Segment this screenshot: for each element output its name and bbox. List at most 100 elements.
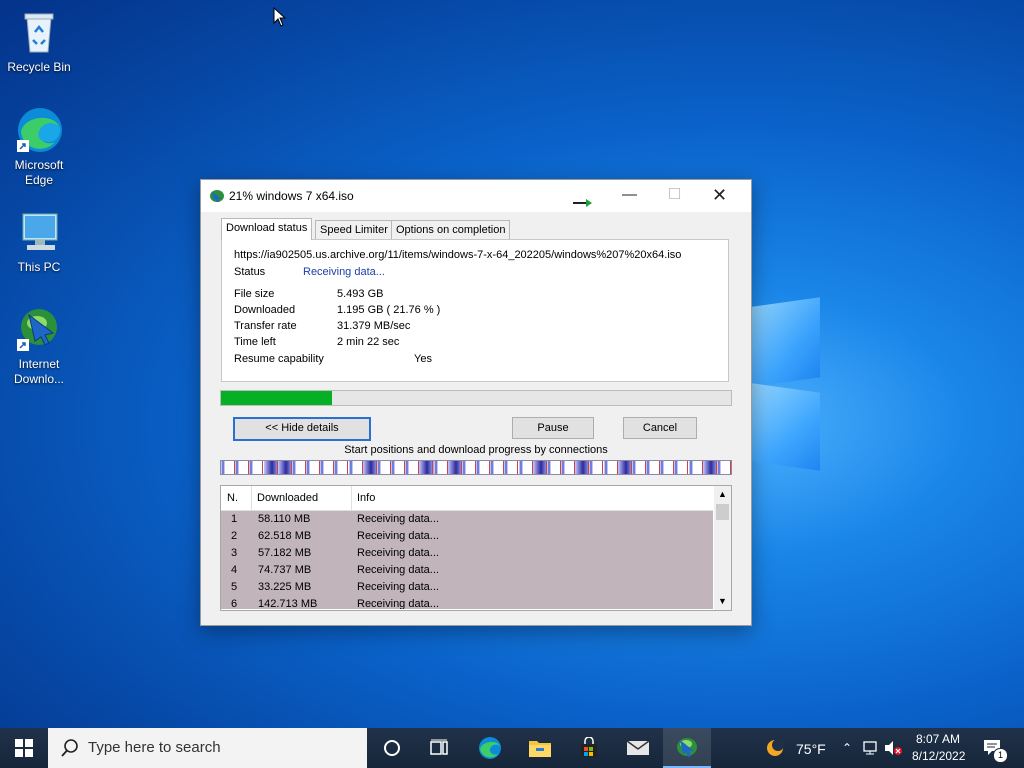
- connection-segment: [249, 461, 253, 474]
- download-progress-bar: [220, 390, 732, 406]
- connection-number: 4: [231, 564, 238, 576]
- recycle-bin-icon: [15, 8, 63, 56]
- idm-icon: [677, 738, 697, 757]
- cortana-button[interactable]: [369, 728, 415, 768]
- connection-segment: [632, 461, 636, 474]
- connection-divider: [730, 461, 731, 474]
- cancel-button[interactable]: Cancel: [623, 417, 697, 439]
- connection-segment: [462, 461, 466, 474]
- scrollbar-thumb[interactable]: [716, 504, 729, 520]
- connection-number: 2: [231, 530, 238, 542]
- connection-info: Receiving data...: [357, 581, 439, 593]
- connection-segment: [320, 461, 324, 474]
- taskbar-idm[interactable]: [663, 728, 711, 768]
- connection-segment: [519, 461, 523, 474]
- show-hidden-icons-chevron-up-icon[interactable]: ⌃: [838, 728, 856, 768]
- search-box[interactable]: Type here to search: [48, 728, 367, 768]
- weather-sun-icon: [767, 739, 784, 756]
- desktop-icon-this-pc[interactable]: This PC: [1, 208, 77, 275]
- taskbar-file-explorer[interactable]: [516, 728, 564, 768]
- arrow-icon: [573, 194, 593, 207]
- list-item[interactable]: 3 57.182 MB Receiving data...: [221, 545, 713, 562]
- connection-downloaded: 33.225 MB: [258, 581, 312, 593]
- idm-icon: [209, 189, 225, 203]
- clock-date[interactable]: 8/12/2022: [912, 749, 965, 763]
- downloaded-label: Downloaded: [234, 304, 296, 316]
- desktop-icon-label: Microsoft Edge: [14, 158, 64, 187]
- edge-icon: [479, 737, 501, 759]
- desktop-icon-label: Recycle Bin: [7, 60, 71, 74]
- desktop-icon-label: Internet Downlo...: [13, 357, 65, 386]
- connection-segment: [235, 461, 239, 474]
- folder-icon: [529, 741, 551, 757]
- file-size-label: File size: [234, 288, 275, 300]
- tab-options-on-completion[interactable]: Options on completion: [391, 220, 511, 240]
- download-status-panel: https://ia902505.us.archive.org/11/items…: [221, 239, 729, 382]
- list-item[interactable]: 4 74.737 MB Receiving data...: [221, 562, 713, 579]
- connection-number: 6: [231, 598, 238, 609]
- desktop-icon-idm[interactable]: Internet Downlo...: [1, 305, 77, 387]
- taskbar-store[interactable]: [565, 728, 613, 768]
- title-bar[interactable]: 21% windows 7 x64.iso — ☐ ✕: [201, 180, 751, 212]
- connections-rows: 1 58.110 MB Receiving data... 2 62.518 MB Rec…: [221, 511, 713, 609]
- downloaded-value: 1.195 GB ( 21.76 % ): [337, 304, 441, 316]
- connection-segment: [689, 461, 693, 474]
- start-button[interactable]: [0, 728, 48, 768]
- list-item[interactable]: 2 62.518 MB Receiving data...: [221, 528, 713, 545]
- clock-time[interactable]: 8:07 AM: [916, 732, 960, 746]
- list-scrollbar[interactable]: ▲ ▼: [714, 486, 731, 610]
- connection-number: 3: [231, 547, 238, 559]
- column-header-n[interactable]: N.: [221, 486, 252, 510]
- desktop-icon-recycle-bin[interactable]: Recycle Bin: [1, 8, 77, 75]
- connection-segment: [646, 461, 650, 474]
- list-item[interactable]: 6 142.713 MB Receiving data...: [221, 596, 713, 609]
- list-item[interactable]: 5 33.225 MB Receiving data...: [221, 579, 713, 596]
- computer-icon: [15, 208, 63, 256]
- time-left-label: Time left: [234, 336, 276, 348]
- weather-temperature[interactable]: 75°F: [796, 741, 826, 757]
- scroll-down-icon[interactable]: ▼: [714, 593, 731, 610]
- idm-icon: [15, 305, 63, 353]
- connection-info: Receiving data...: [357, 513, 439, 525]
- tab-download-status[interactable]: Download status: [221, 218, 313, 240]
- column-header-info[interactable]: Info: [351, 486, 707, 510]
- connection-downloaded: 57.182 MB: [258, 547, 312, 559]
- connection-divider: [347, 461, 348, 474]
- connection-segment: [660, 461, 664, 474]
- connection-downloaded: 142.713 MB: [258, 598, 318, 609]
- desktop-icon-edge[interactable]: Microsoft Edge: [1, 106, 77, 188]
- task-view-icon: [430, 739, 448, 755]
- task-view-button[interactable]: [416, 728, 462, 768]
- column-header-downloaded[interactable]: Downloaded: [251, 486, 352, 510]
- notification-center[interactable]: 1: [978, 728, 1008, 768]
- connections-list[interactable]: N. Downloaded Info 1 58.110 MB Receiving d…: [220, 485, 732, 611]
- connection-segment: [334, 461, 338, 474]
- connection-divider: [432, 461, 433, 474]
- connection-segment: [589, 461, 593, 474]
- connection-info: Receiving data...: [357, 598, 439, 609]
- connection-divider: [262, 461, 263, 474]
- scroll-up-icon[interactable]: ▲: [714, 486, 731, 503]
- connection-segment: [504, 461, 508, 474]
- search-placeholder: Type here to search: [88, 739, 221, 756]
- tab-speed-limiter[interactable]: Speed Limiter: [315, 220, 393, 240]
- weather-widget[interactable]: [760, 728, 790, 768]
- mouse-cursor-icon: [273, 7, 287, 27]
- network-icon[interactable]: [860, 728, 882, 768]
- cortana-icon: [384, 740, 400, 756]
- notification-badge: 1: [993, 748, 1008, 763]
- hide-details-button[interactable]: << Hide details: [233, 417, 371, 441]
- taskbar-mail[interactable]: [614, 728, 662, 768]
- pause-button[interactable]: Pause: [512, 417, 594, 439]
- connection-segment: [547, 461, 551, 474]
- connection-info: Receiving data...: [357, 530, 439, 542]
- list-item[interactable]: 1 58.110 MB Receiving data...: [221, 511, 713, 528]
- taskbar-edge[interactable]: [466, 728, 514, 768]
- maximize-button[interactable]: ☐: [652, 180, 697, 212]
- file-size-value: 5.493 GB: [337, 288, 384, 300]
- connection-segment: [405, 461, 409, 474]
- minimize-button[interactable]: —: [607, 180, 652, 212]
- connection-number: 5: [231, 581, 238, 593]
- volume-muted-icon[interactable]: [882, 728, 904, 768]
- close-button[interactable]: ✕: [697, 180, 742, 212]
